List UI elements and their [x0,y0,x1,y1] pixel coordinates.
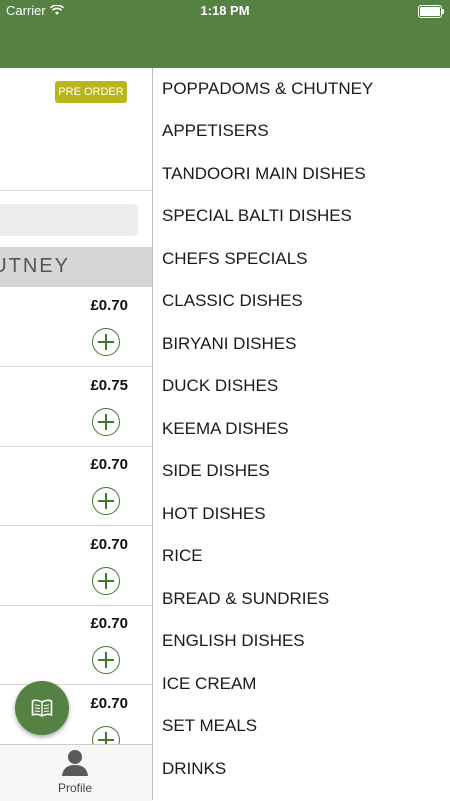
add-circle-icon[interactable] [92,487,120,515]
menu-content-panel: PRE ORDER UTNEY £0.70 £0.75 £0.70 £0.70 … [0,68,152,744]
status-time: 1:18 PM [200,3,250,18]
item-price: £0.70 [90,297,128,314]
add-circle-icon[interactable] [92,646,120,674]
menu-item-row[interactable]: £0.70 [0,605,152,685]
item-price: £0.70 [90,456,128,473]
menu-item-row[interactable]: £0.70 [0,287,152,367]
menu-categories-button[interactable] [15,681,69,735]
status-bar: Carrier 1:18 PM [0,0,450,22]
drawer-item-rice[interactable]: RICE [162,535,203,577]
item-price: £0.70 [90,615,128,632]
item-price: £0.70 [90,695,128,712]
drawer-item-set-meals[interactable]: SET MEALS [162,705,257,747]
drawer-item-poppadoms[interactable]: POPPADOMS & CHUTNEY [162,68,373,110]
drawer-item-tandoori[interactable]: TANDOORI MAIN DISHES [162,153,366,195]
category-title: UTNEY [0,255,70,277]
drawer-item-duck[interactable]: DUCK DISHES [162,365,278,407]
app-header: Carrier 1:18 PM [0,0,450,68]
person-icon [62,750,88,776]
pre-order-badge[interactable]: PRE ORDER [55,81,127,103]
drawer-item-english[interactable]: ENGLISH DISHES [162,620,305,662]
item-price: £0.70 [90,536,128,553]
add-circle-icon[interactable] [92,408,120,436]
menu-book-icon [31,699,53,717]
drawer-item-side[interactable]: SIDE DISHES [162,450,270,492]
menu-item-row[interactable]: £0.70 [0,526,152,606]
drawer-item-chefs-specials[interactable]: CHEFS SPECIALS [162,238,308,280]
add-circle-icon[interactable] [92,726,120,744]
drawer-item-appetisers[interactable]: APPETISERS [162,110,269,152]
battery-icon [418,5,444,18]
tab-profile-label: Profile [57,781,92,795]
drawer-item-hot[interactable]: HOT DISHES [162,493,266,535]
drawer-item-drinks[interactable]: DRINKS [162,748,226,790]
drawer-item-ice-cream[interactable]: ICE CREAM [162,663,256,705]
search-input[interactable] [0,204,138,236]
drawer-item-keema[interactable]: KEEMA DISHES [162,408,289,450]
divider [0,190,152,191]
add-circle-icon[interactable] [92,328,120,356]
drawer-item-balti[interactable]: SPECIAL BALTI DISHES [162,195,352,237]
category-drawer: POPPADOMS & CHUTNEY APPETISERS TANDOORI … [152,68,450,800]
drawer-item-classic[interactable]: CLASSIC DISHES [162,280,303,322]
add-circle-icon[interactable] [92,567,120,595]
item-price: £0.75 [90,377,128,394]
menu-item-row[interactable]: £0.70 [0,446,152,526]
tab-profile[interactable]: Profile [45,745,105,801]
category-header: UTNEY [0,247,152,287]
menu-item-row[interactable]: £0.75 [0,367,152,447]
tab-bar: Profile [0,744,152,801]
drawer-item-bread[interactable]: BREAD & SUNDRIES [162,578,329,620]
drawer-item-biryani[interactable]: BIRYANI DISHES [162,323,296,365]
